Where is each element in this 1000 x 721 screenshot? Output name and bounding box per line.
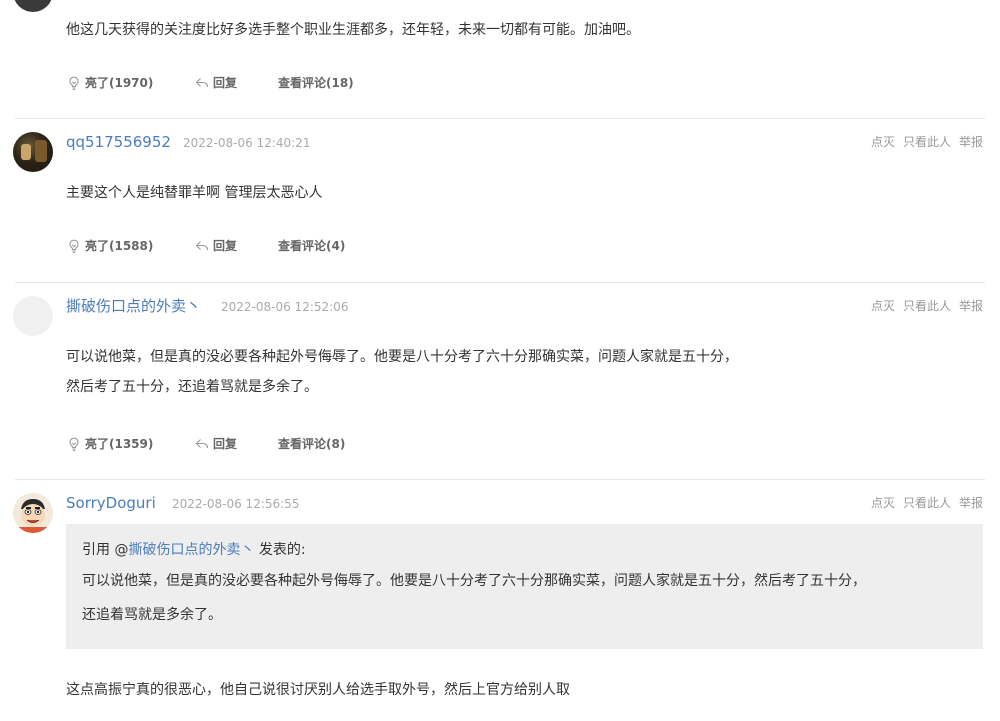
only-view-button[interactable]: 只看此人: [903, 496, 951, 510]
reply-button[interactable]: 回复: [194, 73, 237, 93]
comment-text: 可以说他菜，但是真的没必要各种起外号侮辱了。他要是八十分考了六十分那确实菜，问题…: [66, 349, 738, 395]
only-view-button[interactable]: 只看此人: [903, 299, 951, 313]
light-off-button[interactable]: 点灭: [871, 496, 895, 510]
divider: [15, 118, 985, 119]
comment-timestamp: 2022-08-06 12:52:06: [221, 300, 349, 314]
view-replies-button[interactable]: 查看评论(18): [278, 73, 354, 93]
report-button[interactable]: 举报: [959, 496, 983, 510]
view-replies-button[interactable]: 查看评论(8): [278, 434, 345, 454]
divider: [15, 282, 985, 283]
report-button[interactable]: 举报: [959, 299, 983, 313]
lightbulb-icon: [66, 238, 82, 254]
light-off-button[interactable]: 点灭: [871, 299, 895, 313]
avatar[interactable]: [13, 0, 53, 12]
quote-header: 引用 @撕破伤口点的外卖丶 发表的:: [82, 542, 306, 558]
avatar[interactable]: [13, 296, 53, 336]
reply-arrow-icon: [194, 75, 210, 91]
comment-actions: 点灭 只看此人 举报: [863, 296, 983, 316]
avatar[interactable]: [13, 132, 53, 172]
quote-username-link[interactable]: 撕破伤口点的外卖丶: [128, 542, 254, 558]
comment-username[interactable]: SorryDoguri: [66, 493, 156, 513]
reply-button[interactable]: 回复: [194, 434, 237, 454]
view-replies-button[interactable]: 查看评论(4): [278, 236, 345, 256]
divider: [15, 479, 985, 480]
lightbulb-icon: [66, 75, 82, 91]
comment-username[interactable]: qq517556952: [66, 132, 171, 152]
like-button[interactable]: 亮了(1588): [66, 236, 153, 256]
reply-arrow-icon: [194, 436, 210, 452]
comment-text: 他这几天获得的关注度比好多选手整个职业生涯都多，还年轻，未来一切都有可能。加油吧…: [66, 22, 640, 38]
comment-timestamp: 2022-08-06 12:40:21: [183, 136, 311, 150]
comment-text: 主要这个人是纯替罪羊啊 管理层太恶心人: [66, 185, 323, 201]
quote-block: 引用 @撕破伤口点的外卖丶 发表的: 可以说他菜，但是真的没必要各种起外号侮辱了…: [66, 524, 983, 649]
like-button[interactable]: 亮了(1359): [66, 434, 153, 454]
only-view-button[interactable]: 只看此人: [903, 135, 951, 149]
report-button[interactable]: 举报: [959, 135, 983, 149]
comment-username[interactable]: 撕破伤口点的外卖丶: [66, 296, 201, 316]
lightbulb-icon: [66, 436, 82, 452]
light-off-button[interactable]: 点灭: [871, 135, 895, 149]
cartoon-avatar-icon: [13, 493, 53, 533]
comment-timestamp: 2022-08-06 12:56:55: [172, 497, 300, 511]
avatar[interactable]: [13, 493, 53, 533]
comment-actions: 点灭 只看此人 举报: [863, 132, 983, 152]
quote-text: 可以说他菜，但是真的没必要各种起外号侮辱了。他要是八十分考了六十分那确实菜，问题…: [82, 573, 866, 623]
like-button[interactable]: 亮了(1970): [66, 73, 153, 93]
reply-arrow-icon: [194, 238, 210, 254]
comment-actions: 点灭 只看此人 举报: [863, 493, 983, 513]
reply-button[interactable]: 回复: [194, 236, 237, 256]
comment-text: 这点高振宁真的很恶心，他自己说很讨厌别人给选手取外号，然后上官方给别人取: [66, 682, 570, 698]
